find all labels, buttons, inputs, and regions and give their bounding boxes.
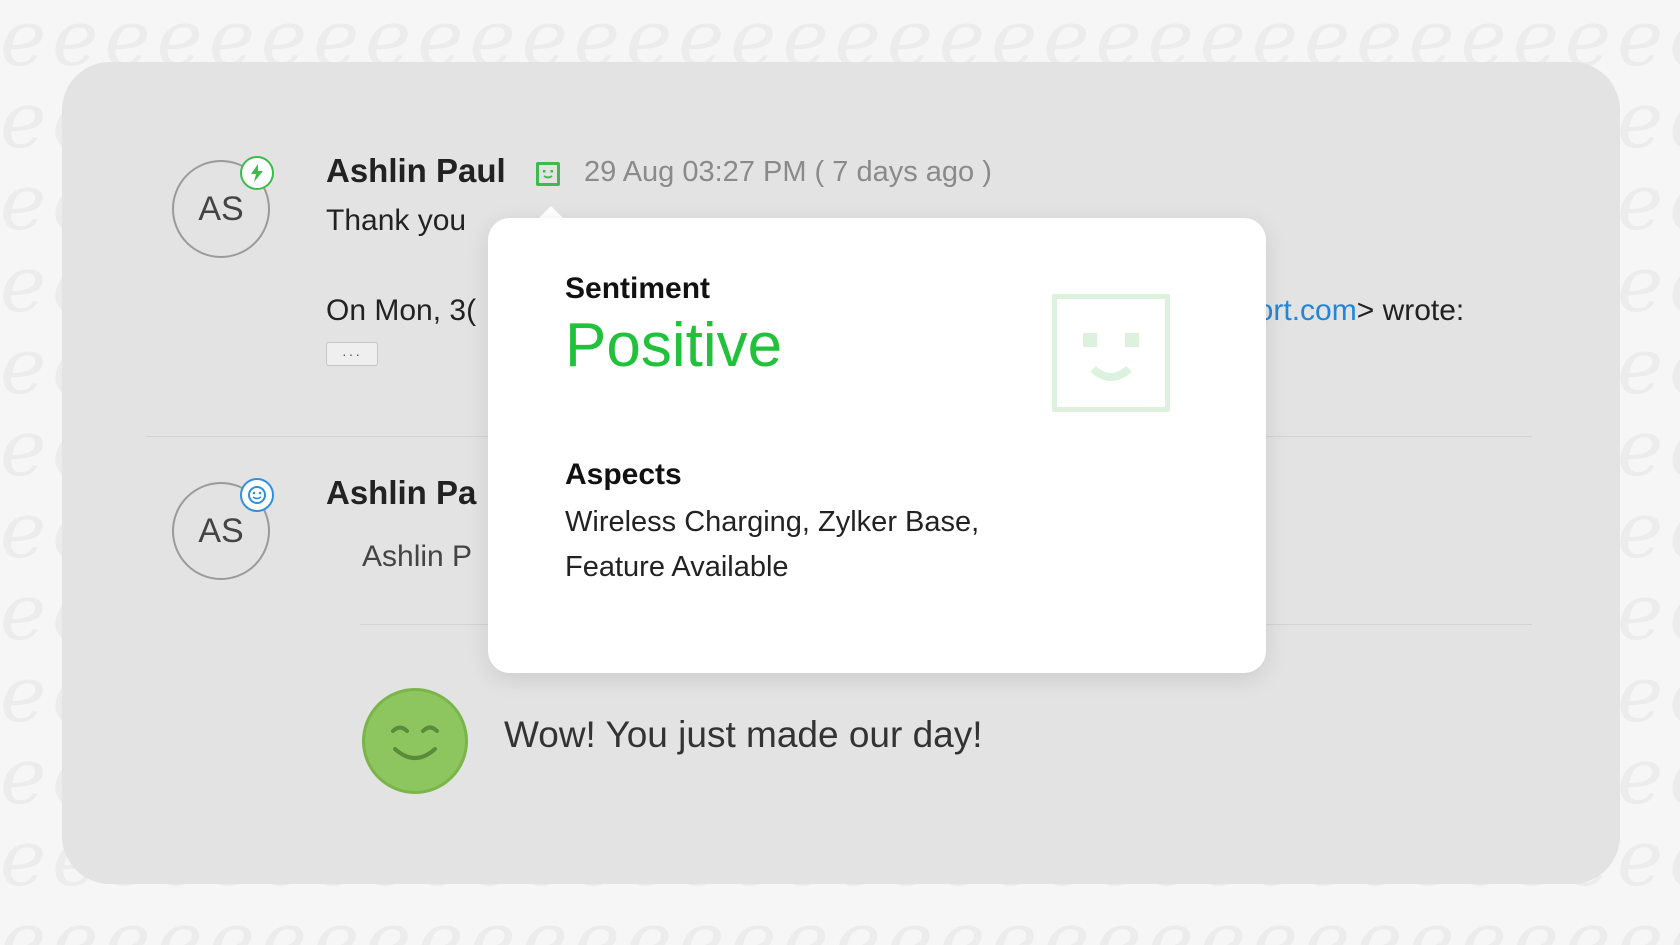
message-timestamp: 29 Aug 03:27 PM ( 7 days ago ) (584, 156, 992, 188)
show-quoted-text-button[interactable]: ··· (326, 342, 378, 366)
sentiment-label: Sentiment (565, 272, 711, 305)
avatar-initials: AS (198, 511, 244, 550)
author-name[interactable]: Ashlin Paul (326, 152, 506, 190)
message-text: Thank you (326, 204, 467, 237)
smiley-icon (362, 688, 468, 794)
author-name[interactable]: Ashlin Pa (326, 474, 476, 512)
sentiment-positive-icon[interactable] (536, 162, 560, 186)
feedback-icon (240, 478, 274, 512)
quote-header-suffix: port.com> wrote: (1240, 294, 1464, 328)
aspects-line: Wireless Charging, Zylker Base, (565, 506, 980, 538)
bolt-icon (240, 156, 274, 190)
feedback-author: Ashlin P (362, 540, 473, 573)
aspects-label: Aspects (565, 458, 682, 491)
sentiment-popup: Sentiment Positive Aspects Wireless Char… (488, 218, 1266, 673)
aspects-value: Wireless Charging, Zylker Base, Feature … (565, 500, 1085, 590)
quote-wrote-text: > wrote: (1356, 294, 1465, 327)
aspects-line: Feature Available (565, 551, 789, 583)
feedback-text: Wow! You just made our day! (504, 714, 983, 755)
sentiment-value: Positive (565, 311, 783, 380)
quote-header-prefix: On Mon, 3( (326, 294, 477, 327)
avatar-initials: AS (198, 189, 244, 228)
sentiment-positive-icon (1052, 294, 1170, 412)
